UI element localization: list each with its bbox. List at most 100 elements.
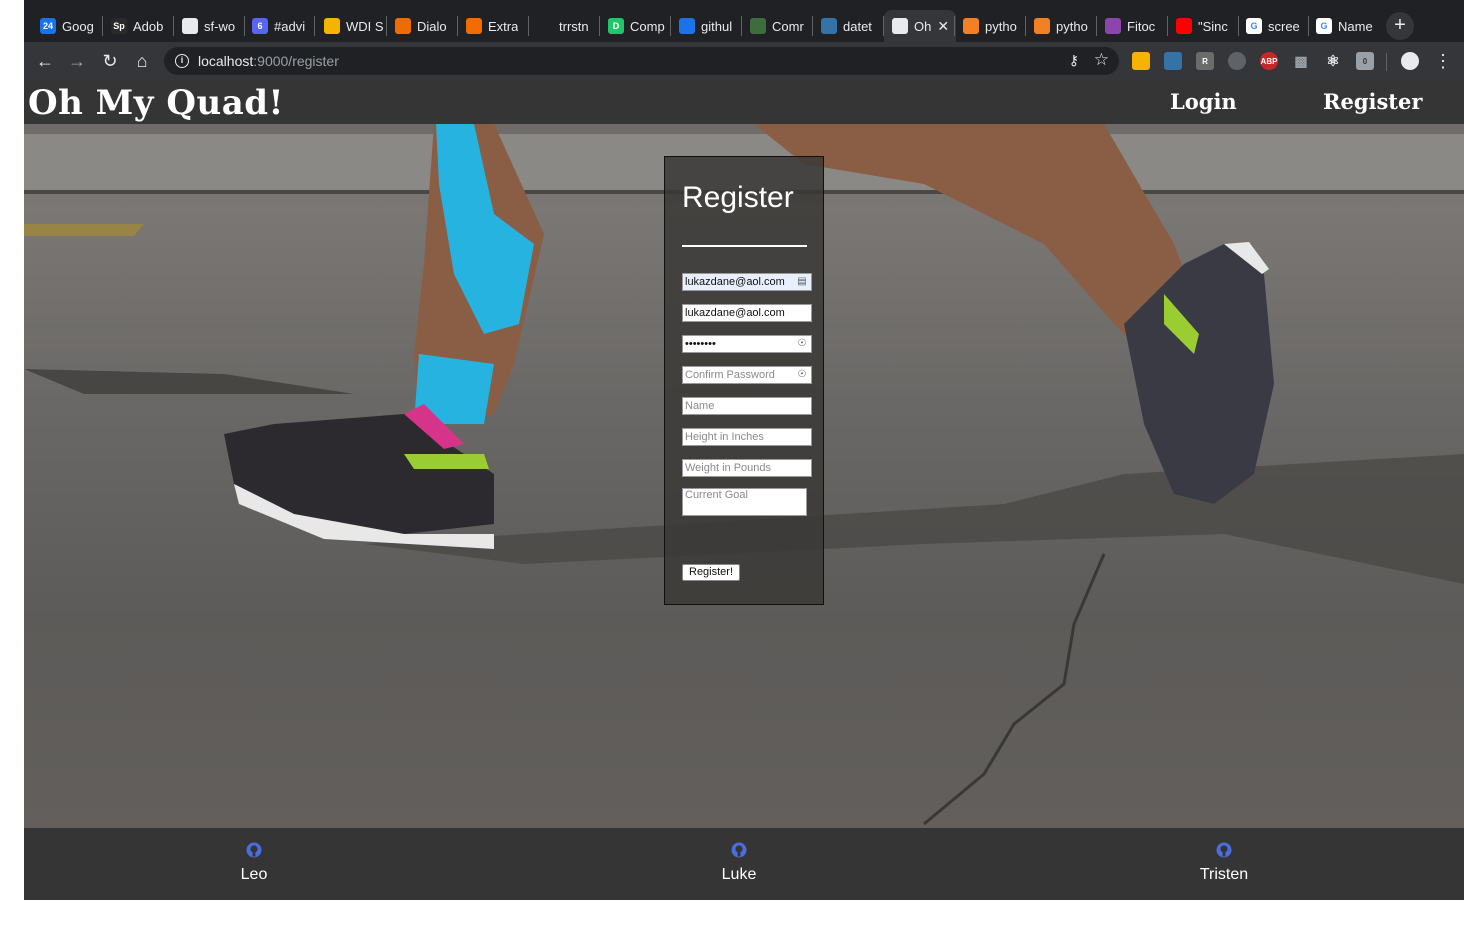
stackoverflow-icon: [1034, 18, 1050, 34]
info-icon[interactable]: i: [175, 54, 189, 68]
extension-react-icon[interactable]: ⚛: [1324, 52, 1342, 70]
tab-8[interactable]: D Comp: [600, 10, 670, 42]
confirm-password-field[interactable]: [682, 366, 812, 384]
credit-name[interactable]: Tristen: [1164, 866, 1284, 884]
extension-python-icon[interactable]: [1164, 52, 1182, 70]
tab-11[interactable]: datet: [813, 10, 883, 42]
browser-toolbar: ← → ↻ ⌂ i localhost:9000/register ⚷ ☆ R …: [24, 42, 1464, 80]
register-form: Register ▤ ☉ ☉ Register!: [664, 156, 824, 605]
tab-6[interactable]: Extra: [458, 10, 528, 42]
forward-arrow-icon[interactable]: →: [66, 50, 88, 72]
tab-15[interactable]: Fitoc: [1097, 10, 1167, 42]
tab-label: Oh: [914, 18, 932, 34]
register-submit-button[interactable]: Register!: [682, 564, 741, 581]
document-icon: [892, 18, 908, 34]
credit-tristen[interactable]: Tristen: [1164, 842, 1284, 884]
tab-3[interactable]: 6 #advi: [244, 10, 314, 42]
tab-7[interactable]: trrstn: [529, 10, 599, 42]
google-calendar-icon: 24: [40, 18, 56, 34]
tab-13[interactable]: pytho: [955, 10, 1025, 42]
weight-field[interactable]: [682, 459, 812, 477]
tab-label: pytho: [985, 18, 1017, 34]
url-text[interactable]: localhost:9000/register: [198, 53, 339, 69]
tab-label: sf-wo: [204, 18, 236, 34]
tab-4[interactable]: WDI S: [316, 10, 386, 42]
stackoverflow-icon: [963, 18, 979, 34]
dialogflow-icon: [466, 18, 482, 34]
credit-name[interactable]: Luke: [679, 866, 799, 884]
profile-avatar[interactable]: [1401, 52, 1419, 70]
close-tab-icon[interactable]: ✕: [937, 18, 949, 35]
tab-9[interactable]: githul: [671, 10, 741, 42]
tab-label: Adob: [133, 18, 164, 34]
name-field[interactable]: [682, 397, 812, 415]
github-icon: [182, 18, 198, 34]
current-goal-textarea[interactable]: [682, 488, 807, 516]
tab-18[interactable]: G Name: [1308, 10, 1378, 42]
adobe-spark-icon: Sp: [111, 18, 127, 34]
web-page: Oh My Quad! Login Register Register luka…: [24, 80, 1464, 900]
email-field[interactable]: [682, 273, 812, 291]
google-icon: G: [1316, 18, 1332, 34]
extension-r-icon[interactable]: R: [1196, 52, 1214, 70]
tab-16[interactable]: "Sinc: [1168, 10, 1238, 42]
chip-icon: [750, 18, 766, 34]
tab-label: githul: [701, 18, 733, 34]
extension-zero-icon[interactable]: 0: [1356, 52, 1374, 70]
extension-notes-icon[interactable]: [1132, 52, 1150, 70]
tab-label: Name: [1338, 18, 1373, 34]
tab-label: Comp: [630, 18, 665, 34]
tab-label: scree: [1268, 18, 1300, 34]
url-host: localhost: [198, 53, 254, 69]
extension-shield-icon[interactable]: [1228, 52, 1246, 70]
credit-leo[interactable]: Leo: [194, 842, 314, 884]
new-tab-button[interactable]: +: [1386, 12, 1414, 40]
fitoc-icon: [1105, 18, 1121, 34]
tab-label: trrstn: [559, 18, 589, 34]
credit-name[interactable]: Leo: [194, 866, 314, 884]
tab-label: Comr: [772, 18, 804, 34]
url-path: :9000/register: [253, 53, 339, 69]
github-icon[interactable]: [1216, 842, 1232, 858]
tab-5[interactable]: Dialo: [387, 10, 457, 42]
address-bar[interactable]: i localhost:9000/register ⚷ ☆: [164, 47, 1119, 75]
tab-label: #advi: [274, 18, 306, 34]
key-icon[interactable]: ⚷: [1069, 52, 1079, 69]
site-brand[interactable]: Oh My Quad!: [28, 83, 284, 123]
tab-12[interactable]: Oh ✕: [884, 10, 956, 42]
github-icon[interactable]: [731, 842, 747, 858]
register-title: Register: [682, 181, 794, 214]
flag-icon: [679, 18, 695, 34]
home-icon[interactable]: ⌂: [131, 50, 153, 72]
tab-label: Extra: [488, 18, 519, 34]
tab-10[interactable]: Comr: [742, 10, 812, 42]
extension-bottle-icon[interactable]: ▩: [1292, 52, 1310, 70]
password-field[interactable]: [682, 335, 812, 353]
username-field[interactable]: [682, 304, 812, 322]
nav-login-link[interactable]: Login: [1170, 89, 1237, 114]
menu-kebab-icon[interactable]: ⋮: [1432, 50, 1454, 72]
tab-1[interactable]: Sp Adob: [103, 10, 173, 42]
tab-0[interactable]: 24 Goog: [32, 10, 102, 42]
hero-background-photo: Register ▤ ☉ ☉ Register!: [24, 124, 1464, 828]
reload-icon[interactable]: ↻: [99, 50, 121, 72]
tab-label: Goog: [62, 18, 94, 34]
credit-luke[interactable]: Luke: [679, 842, 799, 884]
site-header: Oh My Quad! Login Register: [24, 80, 1464, 124]
tab-17[interactable]: Gscree: [1238, 10, 1308, 42]
back-arrow-icon[interactable]: ←: [34, 50, 56, 72]
dash-icon: D: [608, 18, 624, 34]
extension-adblock-icon[interactable]: ABP: [1260, 52, 1278, 70]
height-field[interactable]: [682, 428, 812, 446]
nav-register-link[interactable]: Register: [1323, 89, 1422, 114]
tab-14[interactable]: pytho: [1026, 10, 1096, 42]
google-slides-icon: [324, 18, 340, 34]
slack-icon: 6: [252, 18, 268, 34]
bookmark-star-icon[interactable]: ☆: [1094, 50, 1109, 70]
tab-2[interactable]: sf-wo: [174, 10, 244, 42]
github-icon[interactable]: [246, 842, 262, 858]
google-icon: G: [1246, 18, 1262, 34]
tab-label: pytho: [1056, 18, 1088, 34]
title-divider: [682, 245, 807, 247]
tab-label: "Sinc: [1198, 18, 1228, 34]
